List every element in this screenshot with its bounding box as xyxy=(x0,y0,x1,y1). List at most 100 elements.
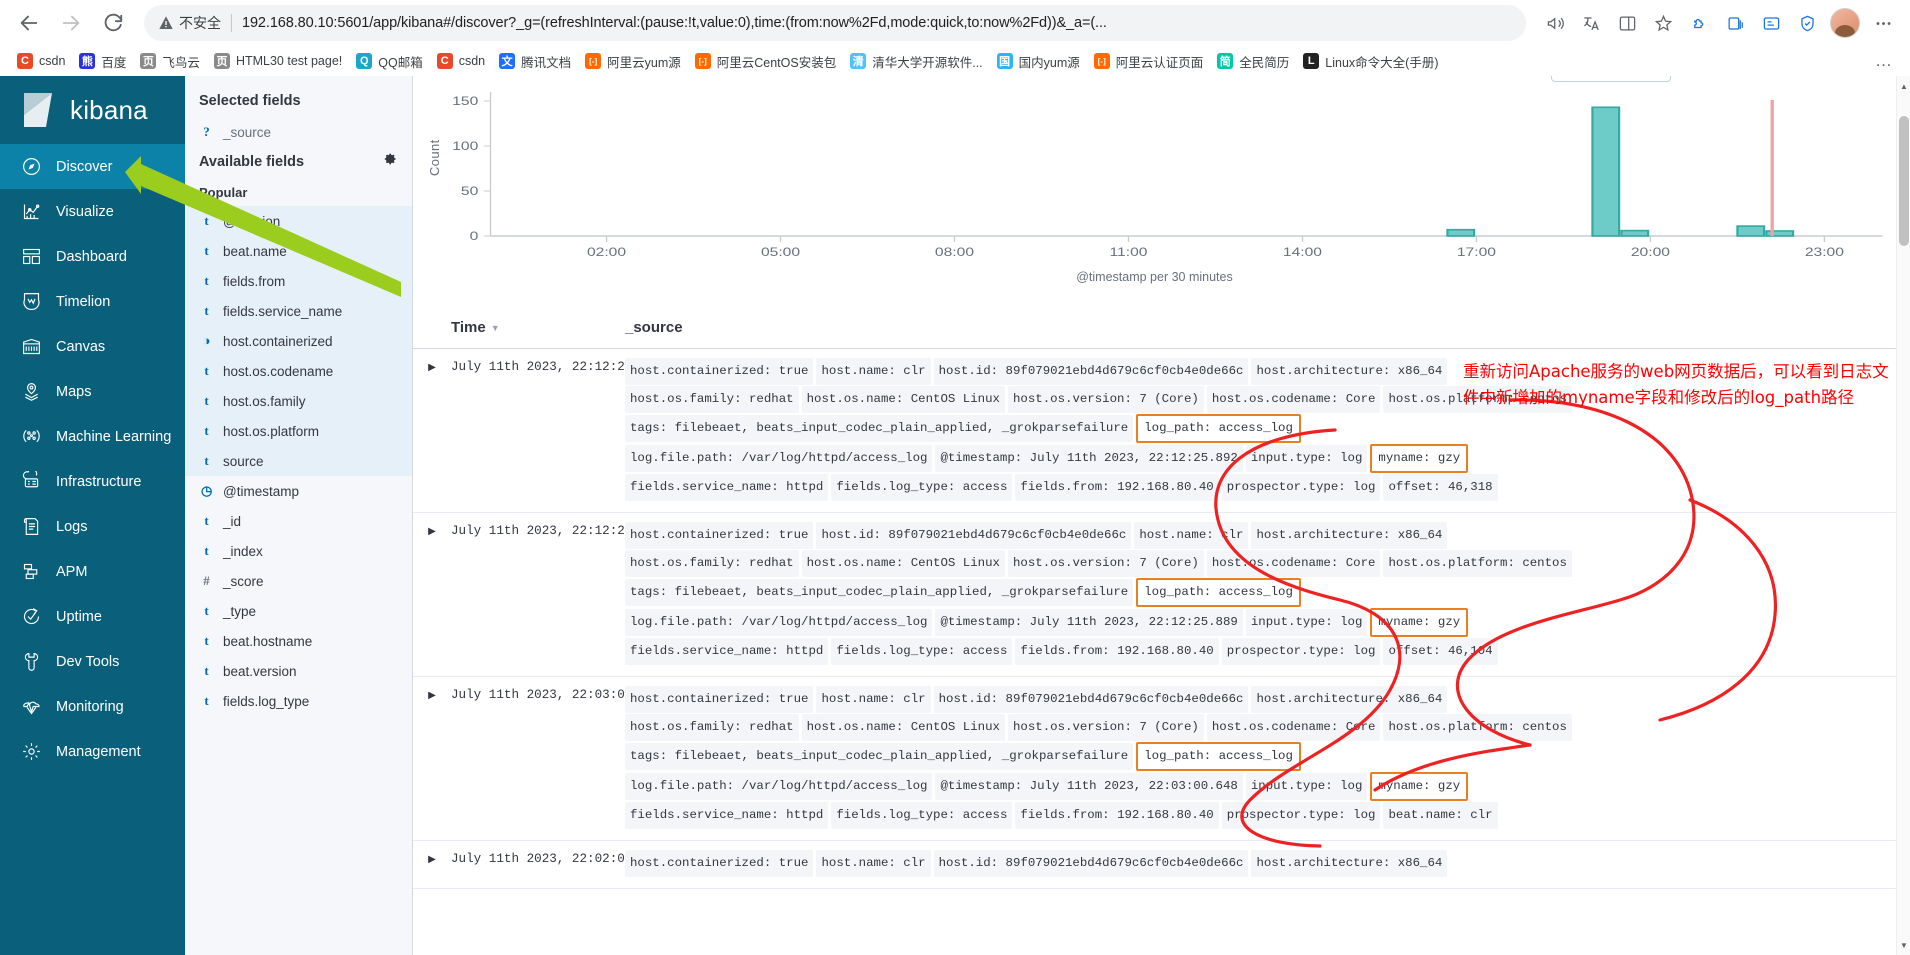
bookmark-item[interactable]: L Linux命令大全(手册) xyxy=(1296,49,1445,74)
bookmarks-overflow-icon[interactable]: … xyxy=(1867,51,1900,71)
scrollbar-thumb[interactable] xyxy=(1899,116,1909,246)
sidebar-item-canvas[interactable]: Canvas xyxy=(0,324,185,369)
forward-arrow-icon[interactable] xyxy=(52,4,90,42)
collections-icon[interactable] xyxy=(1718,6,1752,40)
field-item[interactable]: t _id xyxy=(185,506,412,536)
extensions-icon[interactable] xyxy=(1682,6,1716,40)
sidebar-item-maps[interactable]: Maps xyxy=(0,369,185,414)
canvas-icon xyxy=(20,336,42,358)
field-item[interactable]: t beat.version xyxy=(185,656,412,686)
expand-caret-icon[interactable]: ▶ xyxy=(413,850,451,878)
bookmark-item[interactable]: 清清华大学开源软件... xyxy=(843,49,989,74)
translate-icon[interactable] xyxy=(1574,6,1608,40)
expand-caret-icon[interactable]: ▶ xyxy=(413,522,451,666)
sort-desc-icon[interactable]: ▼ xyxy=(491,323,500,333)
avatar[interactable] xyxy=(1830,8,1860,38)
sidebar-item-discover[interactable]: Discover xyxy=(0,144,185,189)
table-row[interactable]: ▶ July 11th 2023, 22:12:25.889 host.contai… xyxy=(413,513,1896,677)
field-value: filebeaet, beats_input_codec_plain_appli… xyxy=(674,585,1129,599)
field-key: host.os.codename: xyxy=(1211,392,1339,406)
bookmark-item[interactable]: 页飞鸟云 xyxy=(133,49,207,74)
bookmark-item[interactable]: [-] 阿里云CentOS安装包 xyxy=(688,49,843,74)
sidebar-item-visualize[interactable]: Visualize xyxy=(0,189,185,234)
bookmark-item[interactable]: 页 HTML30 test page! xyxy=(207,50,349,72)
bookmark-item[interactable]: [-] 阿里云认证页面 xyxy=(1087,49,1211,74)
field-item[interactable]: t beat.hostname xyxy=(185,626,412,656)
bookmark-item[interactable]: Q QQ邮箱 xyxy=(349,49,429,74)
field-item[interactable]: t source xyxy=(185,446,412,476)
sidebar-item-uptime[interactable]: Uptime xyxy=(0,594,185,639)
field-item[interactable]: t fields.from xyxy=(185,266,412,296)
shield-icon[interactable] xyxy=(1790,6,1824,40)
browser-essentials-icon[interactable] xyxy=(1754,6,1788,40)
column-header-time[interactable]: Time ▼ xyxy=(413,319,625,336)
row-source: host.containerized: true host.name: clr ho… xyxy=(625,850,1896,878)
field-item[interactable]: t _index xyxy=(185,536,412,566)
bookmark-item[interactable]: [-] 阿里云yum源 xyxy=(578,49,688,74)
kibana-app: kibana Discover Visualize Dashboard Timelio… xyxy=(0,76,1910,955)
field-name: _type xyxy=(223,603,257,619)
popular-fields-title: Popular xyxy=(199,185,248,200)
gear-icon[interactable] xyxy=(383,152,398,171)
scroll-up-icon[interactable]: ▲ xyxy=(1897,78,1910,94)
field-item[interactable]: t host.os.family xyxy=(185,386,412,416)
histogram-chart[interactable]: Count 0 50 100 150 02:00 05:00 08:00 11:00 14:00… xyxy=(413,78,1896,296)
sidebar-item-apm[interactable]: APM xyxy=(0,549,185,594)
field-key: host.architecture: xyxy=(1256,856,1391,870)
source-line: host.containerized: true host.id: 89f0790… xyxy=(625,522,1888,550)
kibana-logo[interactable]: kibana xyxy=(0,76,185,144)
bookmark-favicon-icon: 简 xyxy=(1217,53,1234,69)
page-scrollbar[interactable]: ▲ ▼ xyxy=(1896,76,1910,955)
field-type-icon: ? xyxy=(203,124,210,139)
sidebar-item-dashboard[interactable]: Dashboard xyxy=(0,234,185,279)
field-item[interactable]: t host.os.codename xyxy=(185,356,412,386)
field-item[interactable]: t @version xyxy=(185,206,412,236)
field-item[interactable]: ? _source xyxy=(185,117,412,147)
field-pair: host.name: clr xyxy=(816,686,931,713)
address-bar[interactable]: 不安全 192.168.80.10:5601/app/kibana#/disco… xyxy=(144,5,1526,41)
scroll-down-icon[interactable]: ▼ xyxy=(1897,937,1910,953)
field-item[interactable]: t _type xyxy=(185,596,412,626)
sidebar-item-management[interactable]: Management xyxy=(0,729,185,774)
bookmark-item[interactable]: 简全民简历 xyxy=(1210,49,1296,74)
bookmark-item[interactable]: 国国内yum源 xyxy=(990,49,1087,74)
split-screen-icon[interactable] xyxy=(1610,6,1644,40)
table-row[interactable]: ▶ July 11th 2023, 22:03:00.648 host.contai… xyxy=(413,677,1896,841)
field-value: /var/log/httpd/access_log xyxy=(741,615,928,629)
source-line: host.containerized: true host.name: clr ho… xyxy=(625,686,1888,714)
sidebar-item-dev-tools[interactable]: Dev Tools xyxy=(0,639,185,684)
read-aloud-icon[interactable] xyxy=(1538,6,1572,40)
bookmark-item[interactable]: 文腾讯文档 xyxy=(492,49,578,74)
table-row[interactable]: ▶ July 11th 2023, 22:12:25.892 host.contai… xyxy=(413,349,1896,513)
field-item[interactable]: t host.os.platform xyxy=(185,416,412,446)
field-name: fields.service_name xyxy=(223,303,343,319)
chart-x-axis-label: @timestamp per 30 minutes xyxy=(1076,270,1233,284)
security-warning[interactable]: 不安全 xyxy=(158,13,221,33)
field-type-icon: t xyxy=(204,393,209,408)
column-header-source[interactable]: _source xyxy=(625,319,1896,336)
field-item[interactable]: t fields.service_name xyxy=(185,296,412,326)
field-item[interactable]: t fields.log_type xyxy=(185,686,412,716)
bookmark-item[interactable]: Ccsdn xyxy=(430,50,492,72)
sidebar-item-logs[interactable]: Logs xyxy=(0,504,185,549)
field-item[interactable]: ◑ host.containerized xyxy=(185,326,412,356)
back-arrow-icon[interactable] xyxy=(10,4,48,42)
sidebar-item-monitoring[interactable]: Monitoring xyxy=(0,684,185,729)
favorite-star-icon[interactable] xyxy=(1646,6,1680,40)
expand-caret-icon[interactable]: ▶ xyxy=(413,358,451,502)
sidebar-item-machine-learning[interactable]: Machine Learning xyxy=(0,414,185,459)
sidebar-item-infrastructure[interactable]: Infrastructure xyxy=(0,459,185,504)
field-item[interactable]: # _score xyxy=(185,566,412,596)
reload-icon[interactable] xyxy=(94,4,132,42)
bookmark-item[interactable]: Ccsdn xyxy=(10,50,72,72)
chart-icon xyxy=(20,201,42,223)
sidebar-item-timelion[interactable]: Timelion xyxy=(0,279,185,324)
expand-caret-icon[interactable]: ▶ xyxy=(413,686,451,830)
bookmark-item[interactable]: 熊百度 xyxy=(72,49,133,74)
browser-more-menu-icon[interactable] xyxy=(1866,6,1900,40)
histogram-svg[interactable]: 0 50 100 150 02:00 05:00 08:00 11:00 14:00 17:00 2… xyxy=(413,78,1896,296)
table-row[interactable]: ▶ July 11th 2023, 22:02:05.622 host.contai… xyxy=(413,841,1896,889)
field-item[interactable]: t beat.name xyxy=(185,236,412,266)
field-item[interactable]: ◷ @timestamp xyxy=(185,476,412,506)
field-key: @timestamp: xyxy=(940,779,1023,793)
